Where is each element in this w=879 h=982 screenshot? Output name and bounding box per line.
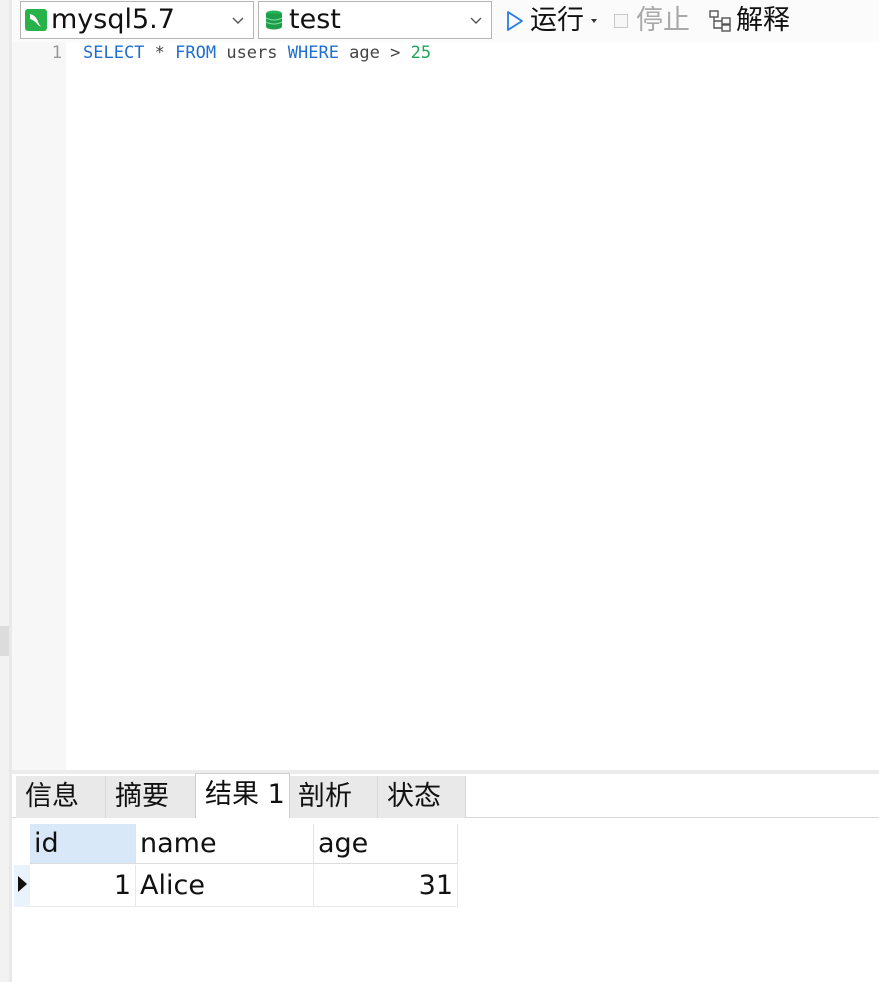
connection-name: mysql5.7 [51,4,175,35]
select-star: * [144,43,176,63]
table-name: users [216,43,288,63]
explain-button[interactable]: 解释 [708,4,790,38]
database-name: test [289,4,341,35]
column-header-age[interactable]: age [314,824,458,864]
panel-collapse-handle[interactable] [0,626,9,656]
numeric-literal: 25 [410,43,432,63]
editor-gutter [12,42,66,770]
chevron-down-icon [470,17,482,24]
condition-text: age > [338,43,411,63]
cell-name[interactable]: Alice [136,865,314,907]
caret-down-icon[interactable] [590,17,598,25]
tab-info[interactable]: 信息 [16,776,106,818]
column-header-id[interactable]: id [30,824,136,864]
keyword-where: WHERE [287,43,339,63]
line-number: 1 [51,43,62,63]
keyword-select: SELECT [83,43,145,63]
explain-label: 解释 [736,5,790,36]
stop-label: 停止 [636,5,690,36]
play-triangle-icon [507,11,523,31]
stop-square-icon [614,14,628,28]
tab-status[interactable]: 状态 [378,776,466,818]
row-indicator-header [14,824,30,864]
run-button[interactable]: 运行 [506,4,598,38]
sql-editor[interactable] [66,42,879,770]
run-label: 运行 [530,5,584,36]
tab-result-1[interactable]: 结果 1 [195,773,290,819]
database-cylinder-icon [265,10,283,30]
connection-select[interactable]: mysql5.7 [20,1,254,39]
database-select[interactable]: test [258,1,492,39]
tab-profile[interactable]: 剖析 [289,776,378,818]
stop-button[interactable]: 停止 [614,4,690,38]
explain-tree-icon [709,10,731,32]
mysql-dolphin-icon [25,9,47,31]
outer-left-panel [0,0,9,982]
sql-code-line[interactable]: SELECT * FROM users WHERE age > 25 [83,42,431,64]
keyword-from: FROM [175,43,217,63]
cell-id[interactable]: 1 [30,865,136,907]
chevron-down-icon [232,17,244,24]
column-header-name[interactable]: name [136,824,314,864]
current-row-arrow-icon [18,876,27,892]
tab-summary[interactable]: 摘要 [106,776,196,818]
cell-age[interactable]: 31 [314,865,458,907]
